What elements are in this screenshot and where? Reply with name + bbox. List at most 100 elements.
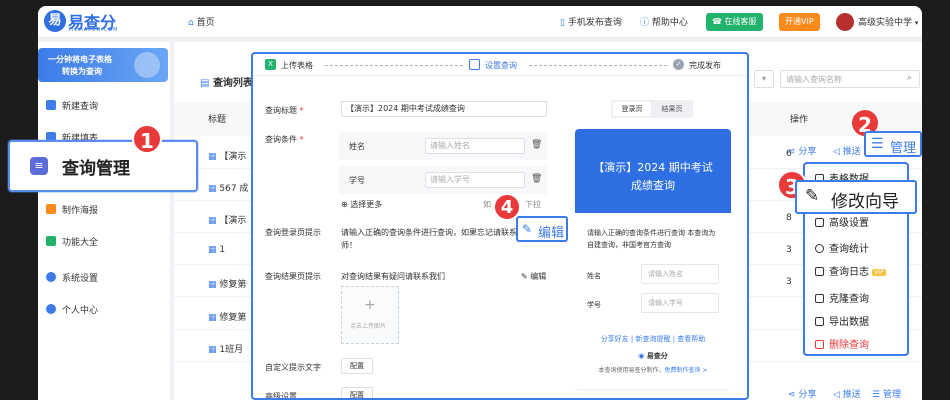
list-icon: ▤ <box>200 78 213 89</box>
org-name[interactable]: 高级实验中学 ▾ <box>858 15 918 28</box>
tab-login[interactable]: 登录页 <box>613 102 651 116</box>
row-title[interactable]: ▦ 1班月 <box>208 342 243 355</box>
share-link[interactable]: ⋖ 分享 <box>788 144 816 157</box>
config-button[interactable]: 配置 <box>341 358 373 374</box>
condition-name: 学号 <box>349 176 365 185</box>
search-input[interactable]: 请输入查询名称 ⌕ <box>780 70 920 88</box>
sidebar-item-settings[interactable]: 系统设置 <box>46 270 98 288</box>
org-name-label: 高级实验中学 <box>858 18 913 28</box>
page-title-text: 查询列表 <box>212 78 253 89</box>
row-title[interactable]: ▦ 【演示 <box>208 149 246 162</box>
tab-result[interactable]: 结果页 <box>653 102 691 116</box>
callout-modify-wizard-label: 修改向导 <box>831 192 899 212</box>
row-title[interactable]: ▦ 修复第 <box>208 310 246 323</box>
menu-item-stats[interactable]: 查询统计 <box>815 240 869 255</box>
menu-item-log[interactable]: 查询日志 VIP <box>815 263 886 278</box>
condition-placeholder-input[interactable]: 请输入姓名 <box>425 138 525 154</box>
sidebar-item-label: 功能大全 <box>62 238 99 248</box>
menu-item-advanced[interactable]: 高级设置 <box>815 214 869 229</box>
preview-footer-link[interactable]: 免费制作查询 > <box>665 367 708 374</box>
modify-wizard-modal: X 上传表格 设置查询 ✓ 完成发布 查询标题 * 【演示】2024 期中考试成… <box>251 52 749 400</box>
row-title-text: 修复第 <box>219 313 247 323</box>
callout-query-manage[interactable]: ≡ 查询管理 <box>8 140 198 192</box>
condition-row: 姓名 请输入姓名 🗑 <box>339 132 547 160</box>
step-settings[interactable]: 设置查询 <box>485 60 517 71</box>
home-link[interactable]: ⌂ 首页 <box>188 15 215 28</box>
phone-preview: 【演示】2024 期中考试 成绩查询 请输入正确的查询条件进行查询 本查询为 自… <box>575 129 731 391</box>
vip-button[interactable]: 开通VIP <box>779 13 820 31</box>
trash-icon[interactable]: 🗑 <box>531 140 542 150</box>
sidebar-item-features[interactable]: 功能大全 <box>46 234 98 252</box>
callout-manage-label: 管理 <box>890 141 917 156</box>
settings-step-icon <box>469 59 480 70</box>
row-title[interactable]: ▦ 1 <box>208 245 225 255</box>
callout-manage[interactable]: ☰ 管理 <box>864 131 922 157</box>
doc-icon: ▦ <box>208 313 220 323</box>
image-upload-box[interactable]: + 点击上传图片 <box>341 286 399 344</box>
mobile-publish-link[interactable]: ▯ 手机发布查询 <box>560 15 622 28</box>
select-more-link[interactable]: ⊕ 选择更多 <box>341 199 382 210</box>
step-publish[interactable]: 完成发布 <box>689 60 721 71</box>
select-more-text: 选择更多 <box>350 200 383 209</box>
share-link-label: 分享 <box>798 390 817 400</box>
preview-header: 【演示】2024 期中考试 成绩查询 <box>575 129 731 213</box>
step-connector <box>325 65 463 66</box>
sidebar-item-new-query[interactable]: 新建查询 <box>46 98 98 116</box>
result-tip-edit-link[interactable]: ✎ 编辑 <box>521 271 546 282</box>
check-icon: ✓ <box>673 59 684 70</box>
logo-subtext: YICHAPEN.COM <box>68 27 119 33</box>
condition-placeholder-input[interactable]: 请输入学号 <box>425 172 525 188</box>
row-title-text: 567 成 <box>219 184 249 194</box>
manage-link-icon: ☰ <box>872 390 883 400</box>
menu-item-delete[interactable]: 删除查询 <box>815 336 869 351</box>
preview-tip-2: 自建查询，非国考官方查询 <box>587 241 671 249</box>
promo-banner[interactable]: 一分钟将电子表格 转换为查询 <box>38 48 168 82</box>
search-icon[interactable]: ⌕ <box>907 73 912 83</box>
sidebar-item-label: 个人中心 <box>62 306 99 316</box>
wizard-steps: X 上传表格 设置查询 ✓ 完成发布 <box>253 54 747 76</box>
callout-modify-wizard[interactable]: ✎ 修改向导 <box>795 180 917 214</box>
edit-small-text: 编辑 <box>530 272 547 281</box>
menu-item-label: 查询日志 <box>829 267 869 278</box>
filter-dropdown[interactable]: ▾ <box>754 70 774 88</box>
preview-field-input[interactable]: 请输入姓名 <box>641 264 719 284</box>
help-link[interactable]: ⓘ 帮助中心 <box>640 15 688 28</box>
push-link[interactable]: ◁ 推送 <box>833 144 861 157</box>
phone-icon: ▯ <box>560 18 568 28</box>
preview-field-input[interactable]: 请输入学号 <box>641 293 719 313</box>
custom-tip-label: 自定义提示文字 <box>265 363 321 372</box>
trash-icon <box>815 340 824 349</box>
row-title[interactable]: ▦ 【演示 <box>208 213 246 226</box>
menu-item-export[interactable]: 导出数据 <box>815 313 869 328</box>
menu-item-clone[interactable]: 克隆查询 <box>815 290 869 305</box>
row-title-text: 1 <box>219 245 226 255</box>
query-title-label-text: 查询标题 <box>265 106 297 115</box>
login-tip-label: 查询登录页提示 <box>265 228 321 237</box>
doc-icon: ▦ <box>208 152 220 162</box>
row-title[interactable]: ▦ 修复第 <box>208 277 246 290</box>
sidebar-item-profile[interactable]: 个人中心 <box>46 302 98 320</box>
query-title-input[interactable]: 【演示】2024 期中考试成绩查询 <box>341 101 547 117</box>
pencil-icon: ✎ <box>521 272 531 281</box>
sidebar-item-poster[interactable]: 制作海报 <box>46 202 98 220</box>
gear-icon <box>46 272 56 282</box>
result-tip-text: 对查询结果有疑问请联系我们 <box>341 272 445 281</box>
manage-link[interactable]: ☰ 管理 <box>872 387 901 400</box>
online-service-button[interactable]: ☎ 在线客服 <box>706 13 763 31</box>
trash-icon[interactable]: 🗑 <box>531 174 542 184</box>
config-button-2[interactable]: 配置 <box>341 387 373 398</box>
row-title[interactable]: ▦ 567 成 <box>208 181 248 194</box>
online-service-label: 在线客服 <box>724 17 757 26</box>
share-link[interactable]: ⋖ 分享 <box>788 387 816 400</box>
login-tip-text-2: 师！ <box>341 241 357 250</box>
top-bar: 易 易查分 YICHAPEN.COM ⌂ 首页 ▯ 手机发布查询 ⓘ 帮助中心 … <box>38 6 922 38</box>
step-upload[interactable]: 上传表格 <box>281 60 313 71</box>
org-avatar[interactable] <box>836 13 854 31</box>
home-label: 首页 <box>196 18 215 28</box>
clock-icon <box>815 244 824 253</box>
hidden-text-a: 如 <box>483 200 491 209</box>
preview-links[interactable]: 分享好友 | 新查询提醒 | 查看帮助 <box>575 334 731 344</box>
sidebar-item-label: 制作海报 <box>62 206 99 216</box>
callout-edit[interactable]: ✎ 编辑 <box>516 216 568 242</box>
push-link[interactable]: ◁ 推送 <box>833 387 861 400</box>
